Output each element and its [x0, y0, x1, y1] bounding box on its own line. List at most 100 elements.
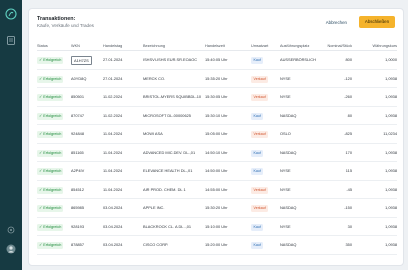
- qty-cell: 800: [345, 57, 353, 62]
- date-cell: 27.01.2024: [103, 75, 123, 81]
- date-cell: 11.02.2024: [103, 94, 123, 99]
- page-title: Transaktionen:: [37, 16, 76, 22]
- status-badge: ✓ Erfolgreich: [37, 242, 64, 249]
- wkn-cell: A0YD8Q: [71, 75, 87, 81]
- table-row[interactable]: ✓ Erfolgreich A2P4IV 11.04.2024 ELEVANCE HE…: [37, 162, 397, 181]
- type-badge: Verkauf: [251, 75, 269, 83]
- type-badge: Verkauf: [251, 94, 269, 101]
- type-badge: Kauf: [251, 223, 264, 231]
- status-badge: ✓ Erfolgreich: [37, 131, 64, 138]
- logo-icon[interactable]: [0, 8, 22, 20]
- venue-cell: NASDAQ: [280, 242, 297, 247]
- fx-cell: 11,0234: [383, 131, 397, 136]
- name-cell: MOWI ASA: [143, 131, 163, 136]
- type-badge: Kauf: [251, 112, 264, 120]
- fx-cell: 1,0938: [385, 94, 397, 99]
- venue-cell: AUSSERBÖRSLICH: [280, 57, 316, 62]
- column-header-fx[interactable]: Währungskurs: [359, 41, 397, 51]
- card-header: Transaktionen: Käufe, Verkäufe und Trade…: [37, 16, 395, 38]
- submit-button[interactable]: Abschließen: [359, 16, 395, 28]
- fx-cell: 1,0938: [385, 186, 397, 192]
- time-cell: 15:05:00 Uhr: [205, 131, 228, 136]
- cancel-button[interactable]: Abbrechen: [320, 18, 353, 28]
- type-badge: Kauf: [251, 168, 264, 175]
- fx-cell: 1,0938: [385, 168, 397, 173]
- table-row[interactable]: ✓ Erfolgreich 850501 11.02.2024 BRISTOL-MYE…: [37, 88, 397, 107]
- type-badge: Kauf: [251, 149, 264, 157]
- table-row[interactable]: ✓ Erfolgreich 854512 11.04.2024 AIR PROD. C…: [37, 181, 397, 199]
- name-cell: AIR PROD. CHEM. DL 1: [143, 186, 186, 192]
- date-cell: 03.04.2024: [103, 205, 123, 210]
- sidebar: [0, 0, 22, 270]
- qty-cell: -150: [344, 205, 352, 210]
- qty-cell: -120: [344, 75, 352, 81]
- settings-icon[interactable]: [0, 226, 22, 234]
- qty-cell: 170: [345, 149, 353, 155]
- status-badge: ✓ Erfolgreich: [37, 75, 64, 83]
- column-header-wkn[interactable]: WKN: [71, 41, 80, 51]
- column-header-qty[interactable]: Nominal/Stück: [322, 41, 352, 51]
- transactions-table: Status WKN Handelstag Bezeichnung Handel…: [37, 41, 397, 255]
- table-body: ✓ Erfolgreich A1H7ZS 27.01.2024 ISHSVI-ISHS…: [37, 51, 397, 255]
- type-badge: Verkauf: [251, 205, 269, 212]
- column-header-name[interactable]: Bezeichnung: [143, 41, 165, 51]
- table-row[interactable]: ✓ Erfolgreich 865985 03.04.2024 APPLE INC. 1…: [37, 199, 397, 218]
- table-row[interactable]: ✓ Erfolgreich A1H7ZS 27.01.2024 ISHSVI-ISHS…: [37, 51, 397, 70]
- status-badge: ✓ Erfolgreich: [37, 168, 64, 175]
- time-cell: 15:30:20 Uhr: [205, 205, 228, 210]
- qty-cell: -260: [344, 94, 352, 99]
- qty-cell: 350: [345, 242, 353, 247]
- time-cell: 14:50:10 Uhr: [205, 149, 228, 155]
- transactions-card: Transaktionen: Käufe, Verkäufe und Trade…: [28, 8, 404, 266]
- column-header-time[interactable]: Handelszeit: [205, 41, 225, 51]
- status-badge: ✓ Erfolgreich: [37, 223, 64, 231]
- venue-cell: NASDAQ: [280, 205, 297, 210]
- fx-cell: 1,0938: [385, 75, 397, 81]
- wkn-cell: 870747: [71, 112, 84, 118]
- date-cell: 03.04.2024: [103, 223, 123, 229]
- wkn-cell: 878857: [71, 242, 84, 247]
- qty-cell: -45: [346, 186, 352, 192]
- time-cell: 14:50:00 Uhr: [205, 168, 228, 173]
- wkn-cell: 924848: [71, 131, 84, 136]
- venue-cell: NYSE: [280, 168, 291, 173]
- fx-cell: 1,0938: [385, 205, 397, 210]
- table-row[interactable]: ✓ Erfolgreich 870747 11.02.2024 MICROSOFT D…: [37, 107, 397, 125]
- table-row[interactable]: ✓ Erfolgreich A0YD8Q 27.01.2024 MERCK CO. 15…: [37, 70, 397, 88]
- column-header-date[interactable]: Handelstag: [103, 41, 122, 51]
- name-cell: ISHSVI-ISHS EUR.SR.EOAOC: [143, 57, 198, 62]
- qty-cell: 115: [345, 168, 352, 173]
- name-cell: BLACKROCK CL. A DL -,01: [143, 223, 192, 229]
- column-header-status[interactable]: Status: [37, 41, 48, 51]
- table-row[interactable]: ✓ Erfolgreich 878857 03.04.2024 CISCO CORP.…: [37, 236, 397, 255]
- wkn-cell: A2P4IV: [71, 168, 85, 173]
- date-cell: 27.01.2024: [103, 57, 123, 62]
- type-badge: Kauf: [251, 242, 264, 249]
- venue-cell: NASDAQ: [280, 112, 297, 118]
- type-badge: Verkauf: [251, 186, 269, 194]
- date-cell: 11.04.2024: [103, 149, 123, 155]
- status-badge: ✓ Erfolgreich: [37, 149, 64, 157]
- time-cell: 15:40:05 Uhr: [205, 57, 228, 62]
- name-cell: BRISTOL-MYERS SQUIBBDL-10: [143, 94, 202, 99]
- venue-cell: OSLO: [280, 131, 291, 136]
- table-row[interactable]: ✓ Erfolgreich 851165 11.04.2024 ADVANCED MI…: [37, 144, 397, 162]
- name-cell: CISCO CORP.: [143, 242, 169, 247]
- table-row[interactable]: ✓ Erfolgreich 928193 03.04.2024 BLACKROCK C…: [37, 218, 397, 236]
- fx-cell: 1,0000: [385, 57, 397, 62]
- table-row[interactable]: ✓ Erfolgreich 924848 11.04.2024 MOWI ASA 15:…: [37, 125, 397, 144]
- wkn-field[interactable]: A1H7ZS: [71, 55, 92, 65]
- avatar[interactable]: [0, 244, 22, 254]
- time-cell: 15:35:20 Uhr: [205, 75, 228, 81]
- time-cell: 15:20:00 Uhr: [205, 242, 228, 247]
- time-cell: 15:10:00 Uhr: [205, 223, 228, 229]
- table-header: Status WKN Handelstag Bezeichnung Handel…: [37, 41, 397, 51]
- time-cell: 15:30:10 Uhr: [205, 112, 228, 118]
- qty-cell: -825: [344, 131, 352, 136]
- venue-cell: NYSE: [280, 186, 291, 192]
- column-header-venue[interactable]: Ausführungsplatz: [280, 41, 309, 51]
- column-header-type[interactable]: Umsatzart: [251, 41, 268, 51]
- transactions-nav-icon[interactable]: [0, 36, 22, 45]
- type-badge: Kauf: [251, 57, 264, 64]
- wkn-cell: 854512: [71, 186, 84, 192]
